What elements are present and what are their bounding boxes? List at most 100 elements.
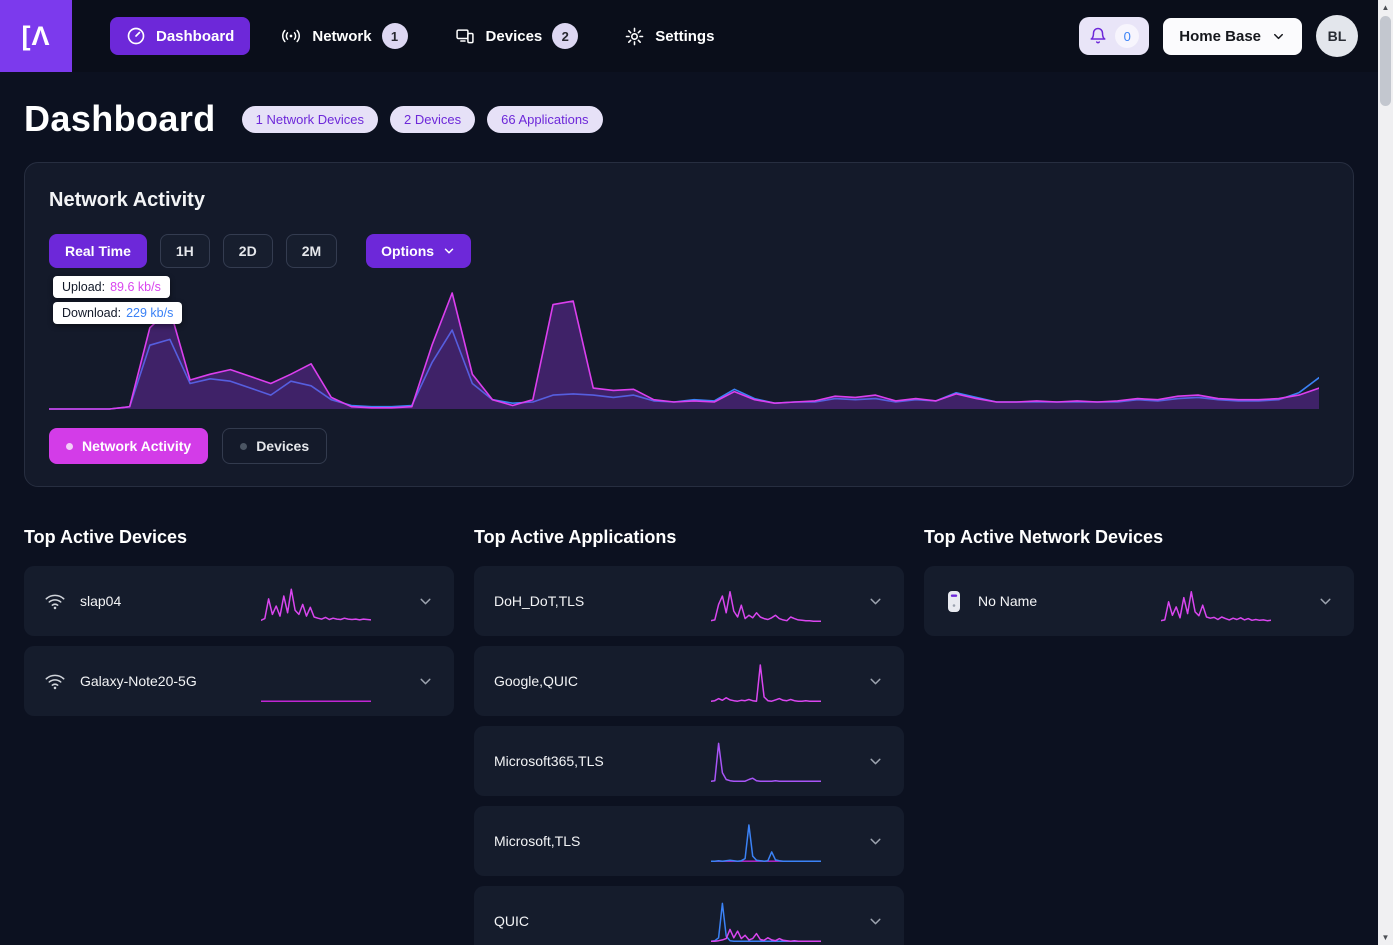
network-activity-chart[interactable] — [49, 292, 1319, 410]
scrollbar-up-button[interactable]: ▲ — [1378, 0, 1393, 15]
application-row[interactable]: Microsoft,TLS — [474, 806, 904, 876]
user-avatar[interactable]: BL — [1316, 15, 1358, 57]
app-logo[interactable]: [Λ — [0, 0, 72, 72]
application-row[interactable]: Microsoft365,TLS — [474, 726, 904, 796]
notifications-count: 0 — [1115, 24, 1140, 48]
location-label: Home Base — [1179, 27, 1261, 45]
pill-devices[interactable]: 2 Devices — [390, 105, 476, 133]
top-active-sections: Top Active Devices slap04 Galaxy-Note20-… — [24, 527, 1354, 945]
upload-tooltip: Upload: 89.6 kb/s — [53, 276, 170, 298]
upload-tooltip-value: 89.6 kb/s — [110, 280, 161, 294]
options-button[interactable]: Options — [366, 234, 472, 268]
legend-network-activity[interactable]: Network Activity — [49, 428, 209, 464]
device-name: slap04 — [80, 593, 122, 609]
nav-settings-label: Settings — [655, 27, 715, 45]
nav-network-label: Network — [312, 27, 372, 45]
devices-count-badge: 2 — [552, 23, 579, 49]
download-tooltip-value: 229 kb/s — [126, 306, 174, 320]
scrollbar-thumb[interactable] — [1380, 16, 1391, 106]
section-title: Top Active Devices — [24, 527, 188, 547]
application-name: DoH_DoT,TLS — [494, 593, 585, 609]
legend-network-activity-label: Network Activity — [82, 438, 192, 454]
nav-dashboard[interactable]: Dashboard — [110, 17, 251, 55]
speedometer-icon — [126, 26, 146, 46]
application-sparkline — [711, 739, 821, 783]
legend-dot-icon — [66, 442, 73, 450]
options-label: Options — [381, 243, 435, 259]
chevron-down-icon[interactable] — [867, 913, 884, 930]
application-row[interactable]: DoH_DoT,TLS — [474, 566, 904, 636]
chevron-down-icon[interactable] — [867, 673, 884, 690]
chevron-down-icon[interactable] — [417, 673, 434, 690]
devices-icon — [454, 26, 476, 46]
app-root: [Λ Dashboard Network 1 Devices 2 Setting… — [0, 0, 1393, 945]
legend-devices[interactable]: Devices — [222, 428, 328, 464]
main-content: Dashboard 1 Network Devices 2 Devices 66… — [0, 72, 1378, 945]
top-active-applications-section: Top Active Applications DoH_DoT,TLS Goog… — [474, 527, 904, 945]
chevron-down-icon[interactable] — [867, 593, 884, 610]
nav-settings[interactable]: Settings — [608, 17, 730, 56]
nav-network[interactable]: Network 1 — [264, 14, 423, 58]
network-device-row[interactable]: No Name — [924, 566, 1354, 636]
gear-icon — [624, 26, 645, 47]
network-device-sparkline — [1161, 579, 1271, 623]
network-activity-card: Network Activity Real Time 1H 2D 2M Opti… — [24, 162, 1354, 487]
main-nav: Dashboard Network 1 Devices 2 Settings — [110, 14, 730, 58]
time-range-1h[interactable]: 1H — [159, 234, 210, 268]
nav-devices[interactable]: Devices 2 — [438, 14, 595, 58]
network-device-name: No Name — [978, 593, 1038, 609]
application-row[interactable]: Google,QUIC — [474, 646, 904, 716]
chevron-down-icon[interactable] — [867, 753, 884, 770]
application-name: Microsoft,TLS — [494, 833, 581, 849]
device-row[interactable]: Galaxy-Note20-5G — [24, 646, 454, 716]
navbar-right: 0 Home Base BL — [1079, 15, 1378, 57]
network-activity-chart-zone: Upload: 89.6 kb/s Download: 229 kb/s — [49, 276, 1329, 410]
chevron-down-icon[interactable] — [417, 593, 434, 610]
network-activity-title: Network Activity — [49, 189, 205, 211]
section-title: Top Active Network Devices — [924, 527, 1164, 547]
bell-icon — [1089, 27, 1107, 45]
chevron-down-icon — [442, 244, 456, 258]
top-active-network-devices-section: Top Active Network Devices No Name — [924, 527, 1354, 945]
summary-pills: 1 Network Devices 2 Devices 66 Applicati… — [241, 105, 603, 133]
top-navbar: [Λ Dashboard Network 1 Devices 2 Setting… — [0, 0, 1378, 72]
device-sparkline — [261, 579, 371, 623]
chevron-down-icon[interactable] — [1317, 593, 1334, 610]
application-sparkline — [711, 659, 821, 703]
app-logo-glyph: [Λ — [21, 20, 51, 51]
time-range-controls: Real Time 1H 2D 2M Options — [49, 234, 1329, 268]
network-waves-icon — [280, 26, 302, 46]
device-row[interactable]: slap04 — [24, 566, 454, 636]
device-name: Galaxy-Note20-5G — [80, 673, 197, 689]
download-tooltip-label: Download: — [62, 306, 122, 320]
top-active-devices-section: Top Active Devices slap04 Galaxy-Note20-… — [24, 527, 454, 945]
application-name: Microsoft365,TLS — [494, 753, 604, 769]
avatar-initials: BL — [1327, 28, 1347, 44]
pill-applications[interactable]: 66 Applications — [487, 105, 603, 133]
router-device-icon — [944, 589, 964, 614]
notifications-button[interactable]: 0 — [1079, 17, 1150, 55]
application-sparkline — [711, 899, 821, 943]
network-count-badge: 1 — [381, 23, 408, 49]
chevron-down-icon[interactable] — [867, 833, 884, 850]
page-title: Dashboard — [24, 98, 216, 139]
time-range-2d[interactable]: 2D — [222, 234, 273, 268]
scrollbar-down-button[interactable]: ▼ — [1378, 930, 1393, 945]
wifi-icon — [44, 672, 66, 691]
wifi-icon — [44, 592, 66, 611]
pill-network-devices[interactable]: 1 Network Devices — [241, 105, 379, 133]
download-tooltip: Download: 229 kb/s — [53, 302, 183, 324]
time-range-2m[interactable]: 2M — [285, 234, 338, 268]
section-title: Top Active Applications — [474, 527, 677, 547]
nav-devices-label: Devices — [485, 27, 543, 45]
chevron-down-icon — [1271, 29, 1286, 44]
location-selector[interactable]: Home Base — [1163, 17, 1302, 55]
page-header: Dashboard 1 Network Devices 2 Devices 66… — [24, 98, 1354, 140]
device-sparkline — [261, 659, 371, 703]
scrollbar[interactable]: ▲ ▼ — [1378, 0, 1393, 945]
application-name: QUIC — [494, 913, 529, 929]
legend-devices-label: Devices — [256, 438, 310, 454]
legend-dot-icon — [240, 442, 248, 450]
time-range-realtime[interactable]: Real Time — [49, 234, 147, 268]
application-row[interactable]: QUIC — [474, 886, 904, 945]
